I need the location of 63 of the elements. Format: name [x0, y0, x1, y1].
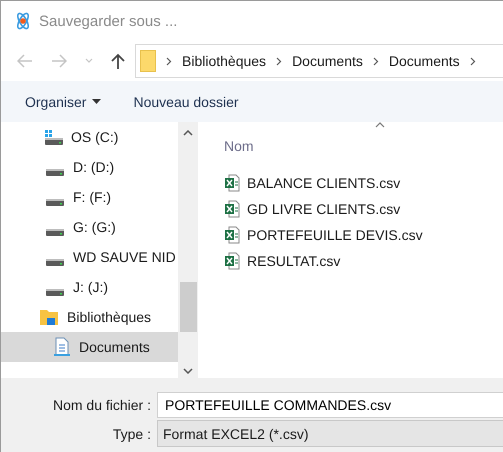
spreadsheet-file-icon: [224, 200, 240, 218]
breadcrumb-item[interactable]: Documents: [292, 53, 363, 69]
file-item[interactable]: GD LIVRE CLIENTS.csv: [224, 196, 503, 222]
sidebar-item[interactable]: F: (F:): [1, 182, 178, 212]
scrollbar[interactable]: [178, 122, 198, 378]
new-folder-button[interactable]: Nouveau dossier: [123, 90, 239, 114]
system-drive-icon: [45, 130, 63, 144]
spreadsheet-file-icon: [224, 252, 240, 270]
file-type-dropdown[interactable]: Format EXCEL2 (*.csv): [157, 420, 503, 447]
chevron-right-icon: [372, 56, 379, 66]
sidebar-item-label: J: (J:): [73, 279, 108, 295]
caret-icon: [92, 99, 102, 104]
spreadsheet-file-icon: [224, 174, 240, 192]
sidebar-item-label: Bibliothèques: [67, 309, 152, 325]
drive-icon: [46, 229, 64, 236]
sidebar-item-label: G: (G:): [73, 219, 116, 235]
sidebar-item-label: D: (D:): [73, 159, 114, 175]
sidebar-item[interactable]: J: (J:): [1, 272, 178, 302]
breadcrumb-item[interactable]: Documents: [388, 53, 460, 69]
chevron-right-icon: [166, 56, 172, 66]
back-arrow-icon[interactable]: [17, 54, 33, 68]
file-name: GD LIVRE CLIENTS.csv: [247, 201, 400, 217]
file-name: BALANCE CLIENTS.csv: [247, 175, 400, 191]
file-name: RESULTAT.csv: [247, 253, 340, 269]
filename-field[interactable]: PORTEFEUILLE COMMANDES.csv: [157, 392, 503, 418]
drive-icon: [46, 169, 64, 176]
sidebar-item[interactable]: Bibliothèques: [1, 302, 178, 332]
document-icon: [53, 337, 71, 357]
sidebar-item-label: Documents: [79, 339, 150, 355]
up-arrow-icon[interactable]: [111, 53, 125, 69]
address-bar[interactable]: Bibliothèques Documents Documents: [135, 44, 503, 78]
window-title: Sauvegarder sous ...: [39, 12, 178, 30]
forward-arrow-icon[interactable]: [51, 54, 67, 68]
chevron-down-icon[interactable]: [183, 368, 193, 374]
sidebar-item[interactable]: Documents: [1, 332, 178, 362]
file-item[interactable]: RESULTAT.csv: [224, 248, 503, 274]
sidebar-item[interactable]: D: (D:): [1, 152, 178, 182]
chevron-right-icon: [276, 56, 282, 66]
sort-caret-icon: [375, 122, 385, 128]
sidebar-item[interactable]: G: (G:): [1, 212, 178, 242]
sidebar-item[interactable]: WD SAUVE NID: [1, 242, 178, 272]
breadcrumb-item[interactable]: Bibliothèques: [182, 53, 266, 69]
sidebar-item-label: WD SAUVE NID: [73, 249, 176, 265]
drive-icon: [46, 289, 64, 296]
file-item[interactable]: PORTEFEUILLE DEVIS.csv: [224, 222, 503, 248]
sidebar-item-label: F: (F:): [73, 189, 112, 205]
spreadsheet-file-icon: [224, 226, 240, 244]
organize-button[interactable]: Organiser: [15, 90, 102, 114]
folder-icon: [140, 50, 156, 72]
chevron-up-icon[interactable]: [183, 130, 193, 136]
column-header[interactable]: Nom: [224, 122, 424, 158]
column-header-label: Nom: [224, 138, 254, 154]
sidebar-item-label: OS (C:): [71, 129, 118, 145]
file-name: PORTEFEUILLE DEVIS.csv: [247, 227, 423, 243]
sidebar-item[interactable]: OS (C:): [1, 122, 178, 152]
chevron-right-icon: [470, 56, 476, 66]
filename-label: Nom du fichier :: [52, 396, 152, 412]
drive-icon: [46, 199, 64, 206]
library-folder-icon: [39, 308, 59, 326]
scrollbar-thumb[interactable]: [180, 282, 196, 332]
type-label: Type :: [112, 426, 152, 442]
file-item[interactable]: BALANCE CLIENTS.csv: [224, 170, 503, 196]
drive-icon: [46, 259, 64, 266]
